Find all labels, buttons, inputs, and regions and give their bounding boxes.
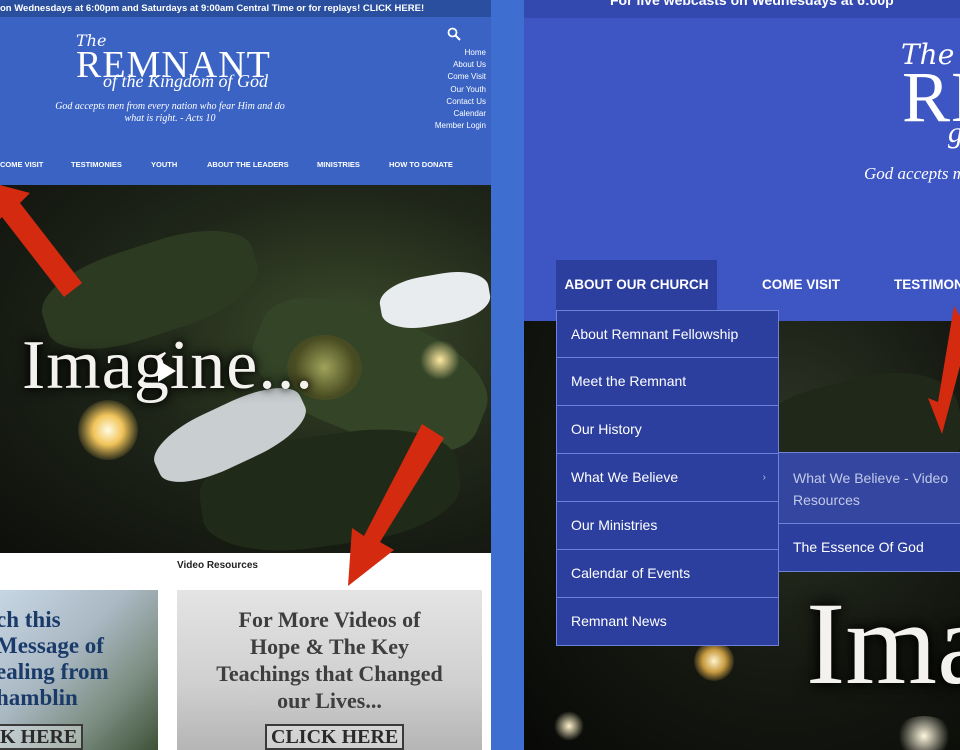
promo-card-more-videos[interactable]: For More Videos of Hope & The Key Teachi… xyxy=(177,590,482,750)
left-panel-homepage: on Wednesdays at 6:00pm and Saturdays at… xyxy=(0,0,491,750)
menu-item-our-history[interactable]: Our History xyxy=(556,406,779,454)
announcement-text[interactable]: For live webcasts on Wednesdays at 6:00p xyxy=(610,0,894,8)
card-line: Teachings that Changed xyxy=(216,661,443,686)
red-arrow-icon xyxy=(0,185,82,297)
util-nav-about-us[interactable]: About Us xyxy=(435,59,486,71)
submenu-item-video-resources[interactable]: What We Believe - Video Resources xyxy=(778,452,960,524)
logo-subtitle[interactable]: of the Kingdom of God xyxy=(103,71,268,92)
snow-patch xyxy=(376,265,491,335)
red-arrow-icon xyxy=(348,424,444,586)
card-line: our Lives... xyxy=(277,688,382,713)
light-bulb xyxy=(694,641,734,681)
light-bulb xyxy=(420,340,460,380)
submenu-item-label: What We Believe - Video Resources xyxy=(793,470,949,508)
click-here-button[interactable]: K HERE xyxy=(0,724,84,750)
tagline-line-2: what is right. - Acts 10 xyxy=(124,113,216,124)
menu-item-meet-the-remnant[interactable]: Meet the Remnant xyxy=(556,358,779,406)
menu-item-label: Calendar of Events xyxy=(571,565,691,581)
menu-item-label: Meet the Remnant xyxy=(571,373,687,389)
announcement-text[interactable]: on Wednesdays at 6:00pm and Saturdays at… xyxy=(0,3,424,14)
submenu-item-essence-of-god[interactable]: The Essence Of God xyxy=(778,524,960,572)
utility-nav: Home About Us Come Visit Our Youth Conta… xyxy=(435,47,486,132)
nav-item-testimonies[interactable]: TESTIMONIES xyxy=(71,160,122,169)
menu-item-calendar-of-events[interactable]: Calendar of Events xyxy=(556,550,779,598)
tagline-line-1: God accepts men from every nation who fe… xyxy=(55,101,285,112)
light-bulb xyxy=(894,716,954,750)
menu-item-label: About Remnant Fellowship xyxy=(571,326,739,342)
menu-item-label: What We Believe xyxy=(571,469,679,485)
red-arrow-icon xyxy=(928,306,960,434)
nav-item-about-the-leaders[interactable]: ABOUT THE LEADERS xyxy=(207,160,289,169)
util-nav-home[interactable]: Home xyxy=(435,47,486,59)
menu-item-about-remnant-fellowship[interactable]: About Remnant Fellowship xyxy=(556,310,779,358)
promo-card-more-videos-text: For More Videos of Hope & The Key Teachi… xyxy=(177,606,482,714)
nav-item-come-visit[interactable]: COME VISIT xyxy=(0,160,43,169)
nav-item-about-our-church[interactable]: ABOUT OUR CHURCH xyxy=(556,260,717,310)
menu-item-what-we-believe[interactable]: What We Believe › xyxy=(556,454,779,502)
light-bulb xyxy=(554,711,584,741)
section-label-video-resources: Video Resources xyxy=(177,560,258,571)
util-nav-our-youth[interactable]: Our Youth xyxy=(435,84,486,96)
what-we-believe-submenu: What We Believe - Video Resources The Es… xyxy=(778,452,960,572)
card-line: ealing from xyxy=(0,659,109,684)
search-icon[interactable] xyxy=(447,27,461,41)
nav-item-come-visit[interactable]: COME VISIT xyxy=(762,260,840,310)
util-nav-member-login[interactable]: Member Login xyxy=(435,120,486,132)
announcement-bar[interactable]: For live webcasts on Wednesdays at 6:00p xyxy=(524,0,960,18)
menu-item-label: Our History xyxy=(571,421,642,437)
play-icon[interactable] xyxy=(158,360,176,382)
right-panel-dropdown: For live webcasts on Wednesdays at 6:00p… xyxy=(524,0,960,750)
card-line: ch this xyxy=(0,607,61,632)
about-dropdown-menu: About Remnant Fellowship Meet the Remnan… xyxy=(556,310,779,646)
card-line: Hope & The Key xyxy=(249,634,410,659)
menu-item-remnant-news[interactable]: Remnant News xyxy=(556,598,779,646)
util-nav-calendar[interactable]: Calendar xyxy=(435,108,486,120)
menu-item-our-ministries[interactable]: Our Ministries xyxy=(556,502,779,550)
light-bulb xyxy=(78,400,138,460)
composite-screenshot: on Wednesdays at 6:00pm and Saturdays at… xyxy=(0,0,960,750)
click-here-button[interactable]: CLICK HERE xyxy=(265,724,405,750)
nav-item-how-to-donate[interactable]: HOW TO DONATE xyxy=(389,160,453,169)
menu-item-label: Remnant News xyxy=(571,613,667,629)
card-line: hamblin xyxy=(0,685,78,710)
nav-item-testimonies[interactable]: TESTIMON xyxy=(894,260,960,310)
nav-item-ministries[interactable]: MINISTRIES xyxy=(317,160,360,169)
chevron-right-icon: › xyxy=(762,472,766,483)
util-nav-come-visit[interactable]: Come Visit xyxy=(435,71,486,83)
card-line: For More Videos of xyxy=(238,607,421,632)
util-nav-contact-us[interactable]: Contact Us xyxy=(435,96,486,108)
promo-card-message-text: ch this Message of ealing from hamblin xyxy=(0,607,109,711)
nav-item-youth[interactable]: YOUTH xyxy=(151,160,177,169)
promo-card-message[interactable]: ch this Message of ealing from hamblin K… xyxy=(0,590,158,750)
submenu-item-label: The Essence Of God xyxy=(793,539,924,555)
logo-tagline: God accepts men from every nation who fe… xyxy=(50,101,290,125)
main-nav: ABOUT OUR CHURCH COME VISIT TESTIMON xyxy=(524,260,960,310)
logo-subtitle[interactable]: g xyxy=(948,116,960,150)
hero-title: Ima xyxy=(806,578,960,709)
main-nav: COME VISIT TESTIMONIES YOUTH ABOUT THE L… xyxy=(0,160,491,174)
panel-divider xyxy=(491,0,524,750)
menu-item-label: Our Ministries xyxy=(571,517,658,533)
card-line: Message of xyxy=(0,633,104,658)
logo-tagline: God accepts m xyxy=(864,164,960,183)
announcement-bar[interactable]: on Wednesdays at 6:00pm and Saturdays at… xyxy=(0,0,491,17)
